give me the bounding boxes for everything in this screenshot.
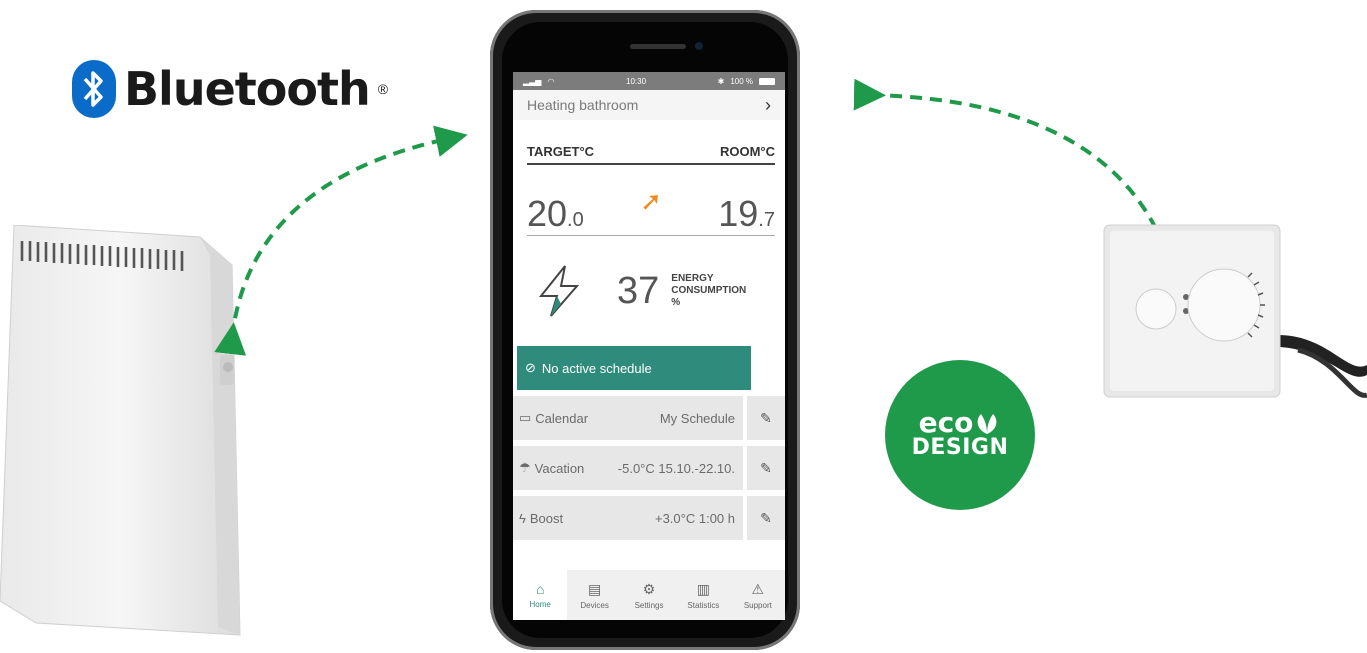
app-screen: ▂▃▅ ◠ 10:30 ✱ 100 % Heating bathroom › T… <box>513 72 785 620</box>
pencil-icon[interactable]: ✎ <box>747 446 785 490</box>
nav-settings[interactable]: ⚙ Settings <box>622 570 676 620</box>
battery-percent: 100 % <box>730 76 753 86</box>
target-temp-label: TARGET°C <box>527 144 595 159</box>
phone-camera <box>695 42 703 50</box>
row-label: Boost <box>529 510 564 526</box>
devices-icon: ▤ <box>587 580 602 597</box>
schedule-status-button[interactable]: ⊘ No active schedule <box>517 346 751 390</box>
status-time: 10:30 <box>626 76 647 86</box>
settings-list: ▭ Calendar My Schedule ✎ ☂ Vacation -5.0… <box>513 396 785 540</box>
room-title: Heating bathroom <box>527 97 639 113</box>
list-item-vacation[interactable]: ☂ Vacation -5.0°C 15.10.-22.10. ✎ <box>513 446 785 490</box>
room-header[interactable]: Heating bathroom › <box>513 90 785 120</box>
calendar-icon: ▭ <box>519 410 532 425</box>
pencil-icon[interactable]: ✎ <box>747 496 785 540</box>
chevron-right-icon[interactable]: › <box>765 95 771 116</box>
leaf-icon <box>978 414 997 434</box>
row-label: Vacation <box>534 460 585 476</box>
target-temp-value[interactable]: 20.0 <box>527 193 584 235</box>
bolt-icon: ϟ <box>519 510 526 526</box>
row-value: -5.0°C 15.10.-22.10. <box>617 460 735 476</box>
temperature-panel: TARGET°C ROOM°C 20.0 ➚ 19.7 <box>513 120 785 236</box>
home-icon: ⌂ <box>535 581 545 597</box>
bottom-nav: ⌂ Home ▤ Devices ⚙ Settings ▥ Statistics… <box>513 570 785 620</box>
list-item-calendar[interactable]: ▭ Calendar My Schedule ✎ <box>513 396 785 440</box>
warning-icon: ⚠ <box>751 580 765 597</box>
energy-panel: 37 ENERGY CONSUMPTION % <box>513 236 785 346</box>
room-temp-label: ROOM°C <box>719 144 775 159</box>
lightning-icon <box>538 265 580 317</box>
signal-icon: ▂▃▅ <box>523 76 542 86</box>
eco-text: eco <box>918 406 974 439</box>
gear-icon: ⚙ <box>642 580 656 597</box>
energy-value: 37 <box>617 269 660 312</box>
eco-design-badge: eco DESIGN <box>885 360 1035 510</box>
bluetooth-status-icon: ✱ <box>717 76 725 86</box>
nav-devices[interactable]: ▤ Devices <box>567 570 621 620</box>
status-bar: ▂▃▅ ◠ 10:30 ✱ 100 % <box>513 72 785 90</box>
room-temp-value: 19.7 <box>718 193 775 234</box>
umbrella-icon: ☂ <box>519 460 531 475</box>
schedule-label: No active schedule <box>541 360 652 376</box>
pencil-icon[interactable]: ✎ <box>747 396 785 440</box>
chart-icon: ▥ <box>696 580 711 597</box>
nav-support[interactable]: ⚠ Support <box>731 570 785 620</box>
phone-speaker <box>630 44 686 49</box>
nav-home[interactable]: ⌂ Home <box>513 570 568 620</box>
design-text: DESIGN <box>911 435 1009 460</box>
row-value: My Schedule <box>659 410 735 426</box>
row-value: +3.0°C 1:00 h <box>654 510 735 526</box>
arrow-up-right-icon: ➚ <box>640 186 662 216</box>
nav-statistics[interactable]: ▥ Statistics <box>676 570 730 620</box>
energy-label: ENERGY CONSUMPTION % <box>671 273 747 308</box>
row-label: Calendar <box>535 410 589 426</box>
wifi-icon: ◠ <box>547 76 555 86</box>
no-entry-icon: ⊘ <box>525 360 536 375</box>
list-item-boost[interactable]: ϟ Boost +3.0°C 1:00 h ✎ <box>513 496 785 540</box>
thermostat-image <box>1103 224 1367 398</box>
battery-icon <box>759 77 775 85</box>
